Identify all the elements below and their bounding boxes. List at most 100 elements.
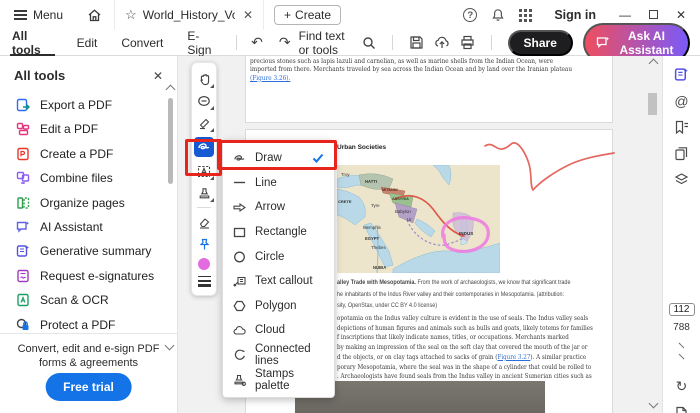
app-menu-label: Menu xyxy=(33,8,64,22)
page-view-icon[interactable] xyxy=(673,406,691,413)
sidebar-item-create-pdf[interactable]: Create a PDF xyxy=(16,146,177,162)
previous-page-icon[interactable] xyxy=(678,342,685,349)
tab-convert[interactable]: Convert xyxy=(109,30,175,56)
print-icon[interactable] xyxy=(460,35,475,50)
create-label: Create xyxy=(295,8,332,22)
menu-item-rectangle[interactable]: Rectangle xyxy=(223,220,334,245)
arrow-icon xyxy=(233,202,246,213)
add-text-icon[interactable] xyxy=(196,163,214,180)
sidebar-item-edit-pdf[interactable]: Edit a PDF xyxy=(16,121,177,137)
find-text-button[interactable]: Find text or tools xyxy=(299,29,376,57)
line-thickness-icon[interactable] xyxy=(197,276,211,287)
annotation-toolbar xyxy=(191,62,217,296)
sidebar-item-organize-pages[interactable]: Organize pages xyxy=(16,195,177,211)
save-icon[interactable] xyxy=(409,35,424,50)
redo-icon[interactable]: ↷ xyxy=(271,35,299,51)
svg-text:Memphis: Memphis xyxy=(363,225,382,230)
home-button[interactable] xyxy=(75,8,114,23)
bookmarks-icon[interactable] xyxy=(673,120,691,135)
plus-icon: + xyxy=(284,8,292,22)
check-icon xyxy=(312,153,324,164)
sign-in-button[interactable]: Sign in xyxy=(554,8,596,22)
tab-esign[interactable]: E-Sign xyxy=(175,29,230,57)
panel-footer-text: Convert, edit and e-sign PDF forms & agr… xyxy=(17,343,160,369)
svg-text:EGYPT: EGYPT xyxy=(365,236,380,241)
sticky-note-icon[interactable] xyxy=(196,93,214,110)
free-trial-button[interactable]: Free trial xyxy=(45,373,132,401)
scroll-down-icon[interactable] xyxy=(648,398,659,409)
tab-all-tools[interactable]: All tools xyxy=(0,29,65,57)
menu-item-stamps-palette[interactable]: Stamps palette xyxy=(223,367,334,392)
scrollbar-thumb[interactable] xyxy=(648,93,657,115)
menu-item-polygon[interactable]: Polygon xyxy=(223,294,334,319)
close-panel-icon[interactable]: ✕ xyxy=(153,69,163,83)
layers-icon[interactable] xyxy=(673,172,691,187)
ai-assistant-icon xyxy=(16,220,30,234)
app-menu-button[interactable]: Menu xyxy=(0,8,75,22)
menu-item-line[interactable]: Line xyxy=(223,171,334,196)
sidebar-item-combine-files[interactable]: Combine files xyxy=(16,170,177,186)
panel-scroll-up-icon[interactable] xyxy=(165,84,175,95)
panel-scroll-down-icon[interactable] xyxy=(164,340,175,351)
pin-icon[interactable] xyxy=(196,236,212,252)
color-swatch[interactable] xyxy=(198,258,210,270)
share-button[interactable]: Share xyxy=(507,29,573,56)
export-pdf-icon xyxy=(16,98,30,112)
menu-item-arrow[interactable]: Arrow xyxy=(223,195,334,220)
hand-tool-icon[interactable] xyxy=(196,71,214,88)
window-maximize-icon[interactable] xyxy=(646,8,660,22)
undo-icon[interactable]: ↶ xyxy=(243,35,271,51)
window-close-icon[interactable]: ✕ xyxy=(674,8,688,22)
cloud-icon xyxy=(233,325,246,336)
menu-item-draw[interactable]: Draw xyxy=(223,146,334,171)
help-icon[interactable]: ? xyxy=(463,8,478,22)
draw-tool-selected[interactable] xyxy=(194,137,214,157)
draw-icon xyxy=(233,153,246,164)
sidebar-item-protect-pdf[interactable]: Protect a PDF xyxy=(16,317,177,333)
svg-text:Thebes: Thebes xyxy=(371,245,386,250)
figure-326-link[interactable]: (Figure 3.26). xyxy=(250,75,290,82)
panel-scrollbar-thumb[interactable] xyxy=(168,98,173,184)
sidebar-item-request-esignatures[interactable]: Request e-signatures xyxy=(16,268,177,284)
page-total: 788 xyxy=(673,322,690,333)
menu-item-circle[interactable]: Circle xyxy=(223,244,334,269)
figure-caption: alley Trade with Mesopotamia. From the w… xyxy=(337,279,571,310)
upload-cloud-icon[interactable] xyxy=(434,35,450,50)
eraser-icon[interactable] xyxy=(196,214,212,230)
document-tab[interactable]: ☆ World_History_Volume_... ✕ xyxy=(114,0,265,30)
close-tab-icon[interactable]: ✕ xyxy=(241,8,253,22)
rotate-page-icon[interactable]: ↻ xyxy=(673,379,691,395)
highlighter-icon[interactable] xyxy=(196,115,214,132)
right-tool-rail: @ 788 ↻ xyxy=(662,56,700,413)
figure-327-link[interactable]: Figure 3.27 xyxy=(497,354,530,361)
sidebar-item-scan-ocr[interactable]: Scan & OCR xyxy=(16,292,177,308)
comments-icon[interactable]: @ xyxy=(673,93,691,109)
quick-toolbar: All tools Edit Convert E-Sign ↶ ↷ Find t… xyxy=(0,22,700,63)
window-minimize-icon[interactable]: — xyxy=(618,8,632,22)
ai-summary-icon[interactable] xyxy=(673,67,691,82)
svg-text:CRETE: CRETE xyxy=(338,199,352,204)
svg-text:NUBIA: NUBIA xyxy=(373,265,386,270)
sidebar-item-generative-summary[interactable]: Generative summary xyxy=(16,243,177,259)
menu-item-text-callout[interactable]: Text callout xyxy=(223,269,334,294)
svg-text:Troy: Troy xyxy=(341,172,350,177)
tab-edit[interactable]: Edit xyxy=(65,30,110,56)
notifications-bell-icon[interactable] xyxy=(491,8,505,22)
ai-chat-icon xyxy=(596,36,610,49)
request-esignatures-icon xyxy=(16,269,30,283)
sidebar-item-ai-assistant[interactable]: AI Assistant xyxy=(16,219,177,235)
scroll-up-icon[interactable] xyxy=(648,58,658,69)
edit-pdf-icon xyxy=(16,122,30,136)
star-icon[interactable]: ☆ xyxy=(125,7,137,23)
sidebar-item-export-pdf[interactable]: Export a PDF xyxy=(16,97,177,113)
svg-text:MITANNI: MITANNI xyxy=(382,188,398,192)
menu-item-connected-lines[interactable]: Connected lines xyxy=(223,343,334,368)
menu-item-cloud[interactable]: Cloud xyxy=(223,318,334,343)
page-number-input[interactable] xyxy=(668,303,695,316)
document-scrollbar[interactable] xyxy=(646,56,660,413)
stamp-icon[interactable] xyxy=(196,185,214,202)
page-thumbnails-icon[interactable] xyxy=(673,146,691,161)
apps-grid-icon[interactable] xyxy=(519,8,533,22)
text-callout-icon xyxy=(233,276,246,287)
next-page-icon[interactable] xyxy=(678,353,685,360)
